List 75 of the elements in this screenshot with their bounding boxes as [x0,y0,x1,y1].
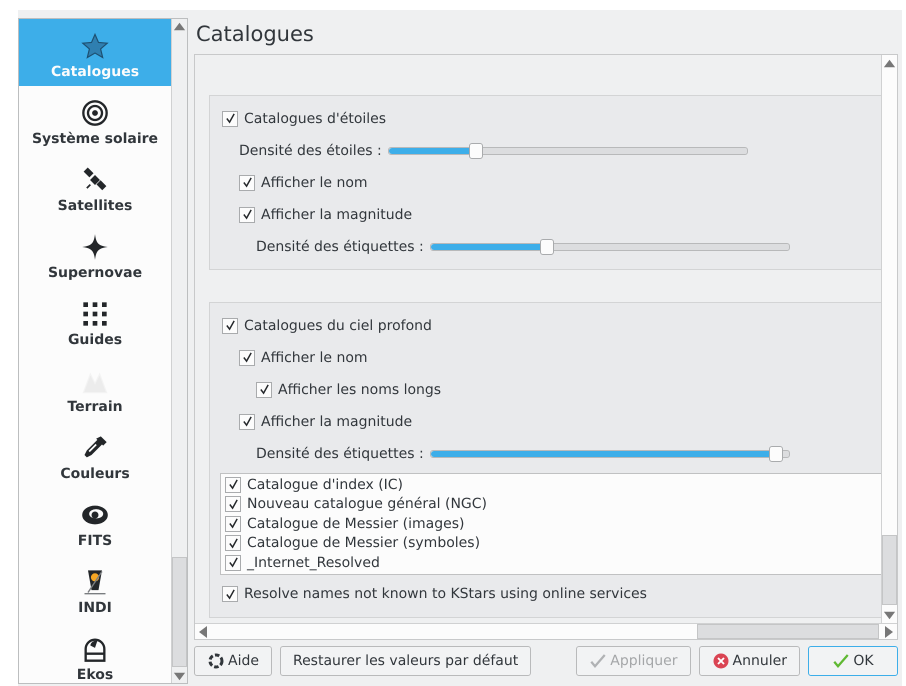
checkbox[interactable] [225,554,241,571]
checkbox-label[interactable]: Afficher la magnitude [261,414,412,430]
scrollbar-thumb[interactable] [882,535,897,605]
sidebar-item[interactable]: Terrain [19,354,171,421]
checkbox-label[interactable]: Afficher le nom [261,350,368,366]
checkbox[interactable] [225,496,241,512]
checkbox[interactable] [225,535,241,552]
scrollbar-thumb[interactable] [697,624,879,639]
slider-label: Densité des étiquettes : [256,446,424,462]
checkmark-icon [242,416,252,427]
checkmark-icon [228,518,238,530]
dialog-button[interactable]: Annuler [698,646,800,676]
cancel-icon [712,652,730,670]
sidebar-item[interactable]: Supernovae [19,220,171,287]
dialog-button[interactable]: OK [808,646,898,676]
sidebar-item[interactable]: Guides [19,287,171,354]
sparkle-icon [81,233,109,261]
checkbox[interactable] [222,318,238,334]
checkbox[interactable] [225,476,241,493]
slider-handle[interactable] [540,238,554,254]
dialog-button[interactable]: Restaurer les valeurs par défaut [280,646,532,676]
checkbox[interactable] [225,516,241,532]
checkmark-icon [228,498,238,510]
checkmark-icon [224,588,236,600]
checkbox[interactable] [239,206,255,222]
sidebar-item[interactable]: Couleurs [19,421,171,488]
slider-label: Densité des étiquettes : [256,238,424,254]
checkbox-label[interactable]: Catalogues d'étoiles [244,110,386,126]
checkbox[interactable] [222,586,238,602]
grid-icon [81,300,109,328]
sidebar-item[interactable]: Ekos [19,622,171,683]
list-item[interactable]: _Internet_Resolved [247,554,380,571]
checkmark-icon [228,479,238,490]
checkmark-icon [228,557,238,568]
slider[interactable] [388,142,748,158]
checkmark-icon [242,209,252,220]
sidebar-item[interactable]: Système solaire [19,86,171,153]
checkbox[interactable] [239,174,255,190]
checkbox-label[interactable]: Catalogues du ciel profond [244,318,432,334]
checkmark-icon [242,177,252,188]
sidebar-item[interactable]: Satellites [19,153,171,220]
list-item[interactable]: Catalogue de Messier (symboles) [247,535,480,552]
target-icon [81,99,109,127]
sidebar-item[interactable]: FITS [19,488,171,555]
checkbox[interactable] [239,350,255,366]
slider-handle[interactable] [768,446,783,462]
page-title: Catalogues [195,21,315,48]
scrollbar-thumb[interactable] [172,557,187,667]
checkmark-icon [258,384,270,395]
list-item[interactable]: Nouveau catalogue général (NGC) [247,496,488,512]
checkmark-icon [228,538,238,549]
checkbox[interactable] [222,110,238,126]
scrollbar[interactable] [171,19,187,683]
list-item[interactable]: Catalogue d'index (IC) [247,476,404,493]
checkbox-label[interactable]: Afficher le nom [261,174,368,190]
slider-handle[interactable] [469,142,484,158]
list-item[interactable]: Catalogue de Messier (images) [247,516,464,532]
dialog-button[interactable]: Aide [194,646,272,676]
checkmark-icon [224,113,236,124]
scrollbar[interactable] [195,623,897,639]
checkmark-icon [224,320,236,331]
checkbox-label[interactable]: Afficher la magnitude [261,206,412,222]
checkbox-label[interactable]: Resolve names not known to KStars using online services [244,586,647,602]
checkmark-icon [242,352,252,363]
checkmark-icon [589,652,608,670]
star-icon [81,32,109,60]
checkbox[interactable] [239,414,255,430]
sidebar-item[interactable]: INDI [19,555,171,622]
slider[interactable] [430,446,790,462]
slider[interactable] [430,238,790,254]
checkmark-icon [832,652,850,670]
slider-label: Densité des étoiles : [239,142,382,158]
scrollbar[interactable] [881,55,897,623]
checkbox[interactable] [256,382,272,398]
checkbox-label[interactable]: Afficher les noms longs [278,382,442,398]
